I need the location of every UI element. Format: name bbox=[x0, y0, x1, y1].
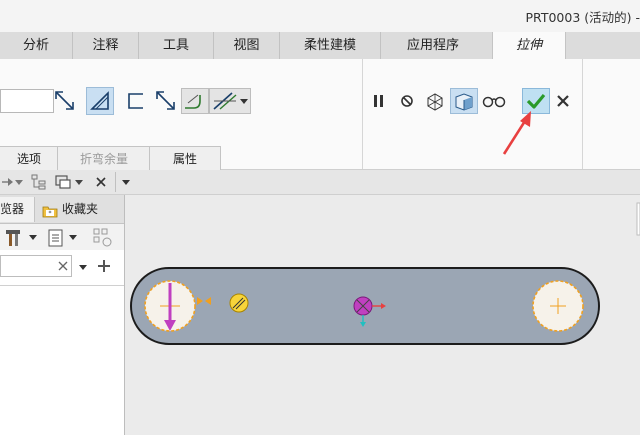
tab-favorites[interactable]: * 收藏夹 bbox=[36, 197, 124, 222]
relief-handle[interactable] bbox=[229, 293, 249, 313]
chevron-down-icon[interactable] bbox=[68, 232, 78, 244]
tree-filter-icon[interactable] bbox=[30, 173, 48, 191]
chevron-down-icon[interactable] bbox=[78, 262, 88, 272]
relief-icon bbox=[213, 92, 237, 110]
flip-direction-icon[interactable] bbox=[53, 89, 77, 113]
pause-icon[interactable] bbox=[371, 93, 387, 109]
navigator-search-row bbox=[0, 253, 124, 281]
bend-button[interactable] bbox=[181, 88, 209, 114]
thicken-sketch-button[interactable] bbox=[86, 87, 114, 115]
flip-material-icon[interactable] bbox=[154, 89, 178, 113]
toolbar-divider bbox=[115, 172, 116, 192]
window-title: PRT0003 (活动的) - bbox=[525, 10, 640, 25]
tab-annotate[interactable]: 注释 bbox=[73, 32, 139, 59]
chevron-down-icon[interactable] bbox=[14, 175, 24, 189]
depth-input[interactable] bbox=[0, 89, 54, 113]
tab-favorites-label: 收藏夹 bbox=[62, 202, 99, 216]
chevron-down-icon[interactable] bbox=[120, 175, 132, 189]
no-preview-icon[interactable] bbox=[399, 93, 415, 109]
preview-icon bbox=[455, 93, 473, 111]
tab-bend-allowance[interactable]: 折弯余量 bbox=[57, 146, 151, 171]
settings-filter-icon[interactable] bbox=[92, 227, 114, 249]
navigator-panel: 览器 * 收藏夹 bbox=[0, 195, 125, 435]
tab-extrude[interactable]: 拉伸 bbox=[492, 32, 566, 60]
relief-dropdown[interactable] bbox=[209, 88, 251, 114]
chevron-down-icon[interactable] bbox=[28, 232, 38, 244]
glasses-icon[interactable] bbox=[482, 92, 506, 110]
tab-flexible-modeling[interactable]: 柔性建模 bbox=[280, 32, 381, 59]
tab-options[interactable]: 选项 bbox=[0, 146, 59, 171]
annotation-arrow bbox=[502, 111, 531, 155]
preview-button[interactable] bbox=[450, 88, 478, 114]
tools-icon[interactable] bbox=[4, 228, 24, 248]
ribbon-divider bbox=[362, 59, 363, 169]
show-list-icon[interactable] bbox=[46, 228, 66, 248]
close-icon[interactable] bbox=[94, 175, 108, 189]
title-bar: PRT0003 (活动的) - bbox=[0, 0, 640, 32]
extrude-dashboard: 选项 折弯余量 属性 bbox=[0, 59, 640, 171]
tab-browser-label: 览器 bbox=[0, 202, 25, 216]
tab-analysis[interactable]: 分析 bbox=[0, 32, 73, 59]
arrow-right-icon[interactable] bbox=[0, 174, 14, 190]
chevron-down-icon bbox=[240, 99, 248, 104]
tab-tools[interactable]: 工具 bbox=[139, 32, 214, 59]
view-manager-icon[interactable] bbox=[54, 173, 72, 191]
navigator-divider bbox=[0, 285, 124, 286]
chevron-down-icon[interactable] bbox=[74, 175, 84, 189]
graphics-window[interactable] bbox=[125, 195, 640, 435]
close-icon[interactable] bbox=[556, 94, 570, 108]
ribbon-divider-right bbox=[582, 59, 583, 169]
bend-icon bbox=[185, 94, 201, 109]
svg-text:*: * bbox=[49, 210, 52, 217]
graphics-toolbar bbox=[0, 170, 640, 195]
navigator-tab-bar: 览器 * 收藏夹 bbox=[0, 195, 124, 224]
sketch-canvas[interactable] bbox=[125, 195, 640, 435]
plus-icon[interactable] bbox=[97, 259, 111, 273]
verify-icon[interactable] bbox=[424, 90, 446, 112]
tab-properties[interactable]: 属性 bbox=[149, 146, 221, 171]
clear-icon[interactable] bbox=[58, 261, 68, 271]
ribbon-tab-bar: 分析 注释 工具 视图 柔性建模 应用程序 拉伸 bbox=[0, 32, 640, 60]
tab-view[interactable]: 视图 bbox=[214, 32, 280, 59]
tab-applications[interactable]: 应用程序 bbox=[381, 32, 485, 59]
navigator-toolbar bbox=[0, 224, 124, 250]
bracket-icon[interactable] bbox=[126, 91, 146, 111]
tab-browser[interactable]: 览器 bbox=[0, 197, 35, 222]
thicken-icon bbox=[90, 91, 109, 110]
